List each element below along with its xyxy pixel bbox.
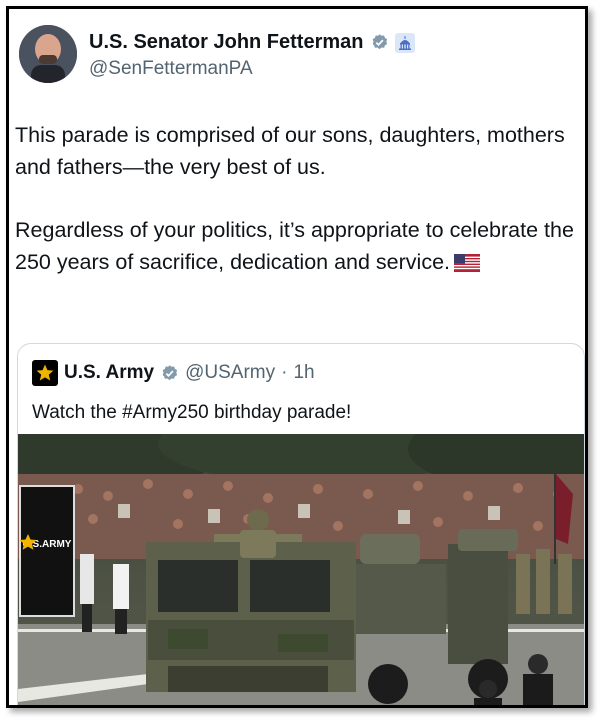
army-star-logo-icon[interactable] bbox=[32, 360, 58, 386]
author-name[interactable]: U.S. Senator John Fetterman bbox=[89, 31, 364, 54]
screenshot-frame: U.S. Senator John Fetterman @SenFetterma… bbox=[6, 6, 588, 708]
parade-video-media[interactable]: U.S.ARMY bbox=[18, 434, 584, 705]
quoted-timestamp[interactable]: 1h bbox=[293, 362, 314, 384]
tweet-paragraph-2-text: Regardless of your politics, it’s approp… bbox=[15, 218, 574, 274]
quoted-verified-badge-icon bbox=[162, 364, 178, 380]
quoted-author-handle[interactable]: @USArmy bbox=[185, 362, 275, 384]
tweet-paragraph-1: This parade is comprised of our sons, da… bbox=[15, 123, 565, 179]
quoted-tweet-card[interactable]: U.S. Army @USArmy · 1h Watch the #Army25… bbox=[17, 343, 585, 705]
us-flag-icon bbox=[454, 249, 481, 281]
verified-badge-icon bbox=[372, 34, 387, 50]
author-avatar[interactable] bbox=[19, 25, 77, 83]
author-handle[interactable]: @SenFettermanPA bbox=[89, 58, 415, 80]
avatar-portrait-icon bbox=[19, 25, 77, 83]
tweet-body: This parade is comprised of our sons, da… bbox=[15, 119, 575, 312]
quoted-author-name[interactable]: U.S. Army bbox=[64, 362, 154, 384]
tweet-author: U.S. Senator John Fetterman @SenFetterma… bbox=[89, 31, 415, 80]
quoted-tweet-text: Watch the #Army250 birthday parade! bbox=[32, 402, 352, 423]
capitol-building-icon bbox=[394, 32, 415, 53]
meta-separator: · bbox=[281, 362, 288, 383]
quoted-tweet-header: U.S. Army @USArmy · 1h bbox=[32, 360, 315, 386]
parade-scene-image: U.S.ARMY bbox=[18, 434, 584, 705]
tweet-paragraph-2: Regardless of your politics, it’s approp… bbox=[15, 214, 575, 281]
